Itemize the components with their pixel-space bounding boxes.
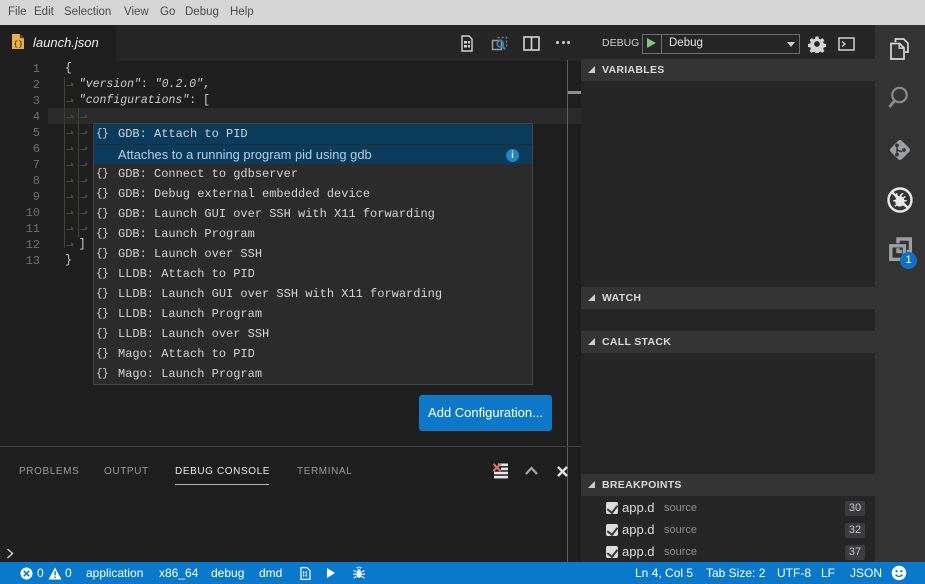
svg-text:}: } <box>18 41 23 49</box>
